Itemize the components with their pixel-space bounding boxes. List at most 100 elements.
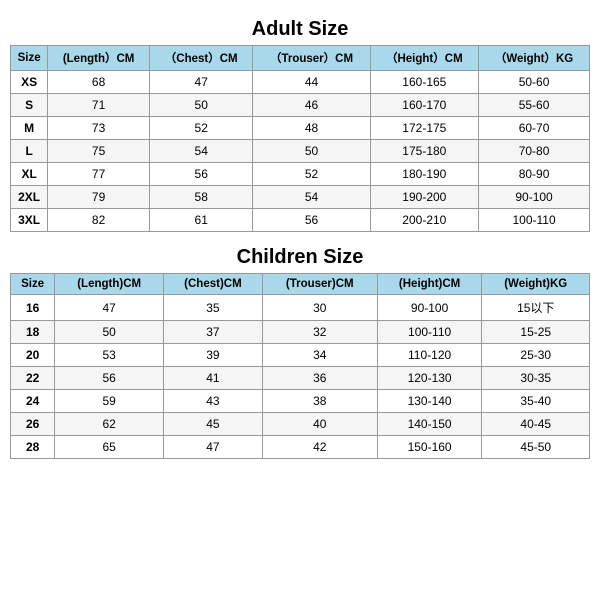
children-cell-1-0: 18 bbox=[11, 321, 55, 344]
children-cell-0-5: 15以下 bbox=[482, 295, 590, 321]
adult-cell-1-3: 46 bbox=[253, 94, 370, 117]
children-table-row: 26624540140-15040-45 bbox=[11, 413, 590, 436]
children-cell-5-0: 26 bbox=[11, 413, 55, 436]
adult-cell-3-4: 175-180 bbox=[370, 140, 479, 163]
children-cell-5-4: 140-150 bbox=[377, 413, 482, 436]
adult-cell-6-5: 100-110 bbox=[479, 209, 590, 232]
children-header-1: (Length)CM bbox=[55, 274, 164, 295]
adult-cell-5-1: 79 bbox=[48, 186, 150, 209]
children-cell-2-5: 25-30 bbox=[482, 344, 590, 367]
adult-cell-2-0: M bbox=[11, 117, 48, 140]
adult-cell-5-4: 190-200 bbox=[370, 186, 479, 209]
adult-cell-3-0: L bbox=[11, 140, 48, 163]
children-cell-1-2: 37 bbox=[164, 321, 263, 344]
adult-cell-0-4: 160-165 bbox=[370, 71, 479, 94]
children-cell-3-0: 22 bbox=[11, 367, 55, 390]
children-cell-0-1: 47 bbox=[55, 295, 164, 321]
children-cell-6-3: 42 bbox=[262, 436, 377, 459]
adult-cell-2-4: 172-175 bbox=[370, 117, 479, 140]
children-cell-4-0: 24 bbox=[11, 390, 55, 413]
adult-header-2: （Chest）CM bbox=[149, 46, 252, 71]
children-cell-2-3: 34 bbox=[262, 344, 377, 367]
children-size-table: Size(Length)CM(Chest)CM(Trouser)CM(Heigh… bbox=[10, 273, 590, 459]
adult-cell-4-4: 180-190 bbox=[370, 163, 479, 186]
adult-cell-6-1: 82 bbox=[48, 209, 150, 232]
children-cell-4-3: 38 bbox=[262, 390, 377, 413]
adult-table-row: S715046160-17055-60 bbox=[11, 94, 590, 117]
adult-cell-4-5: 80-90 bbox=[479, 163, 590, 186]
adult-cell-1-4: 160-170 bbox=[370, 94, 479, 117]
adult-cell-4-3: 52 bbox=[253, 163, 370, 186]
children-cell-4-5: 35-40 bbox=[482, 390, 590, 413]
adult-table-row: L755450175-18070-80 bbox=[11, 140, 590, 163]
adult-table-row: 2XL795854190-20090-100 bbox=[11, 186, 590, 209]
children-size-title: Children Size bbox=[237, 246, 364, 269]
children-cell-6-5: 45-50 bbox=[482, 436, 590, 459]
children-cell-2-1: 53 bbox=[55, 344, 164, 367]
adult-cell-0-1: 68 bbox=[48, 71, 150, 94]
children-table-row: 22564136120-13030-35 bbox=[11, 367, 590, 390]
children-cell-6-1: 65 bbox=[55, 436, 164, 459]
adult-cell-2-3: 48 bbox=[253, 117, 370, 140]
children-header-5: (Weight)KG bbox=[482, 274, 590, 295]
adult-cell-4-2: 56 bbox=[149, 163, 252, 186]
children-header-4: (Height)CM bbox=[377, 274, 482, 295]
children-header-3: (Trouser)CM bbox=[262, 274, 377, 295]
children-cell-1-3: 32 bbox=[262, 321, 377, 344]
adult-cell-5-3: 54 bbox=[253, 186, 370, 209]
children-cell-2-2: 39 bbox=[164, 344, 263, 367]
adult-cell-1-2: 50 bbox=[149, 94, 252, 117]
children-cell-5-3: 40 bbox=[262, 413, 377, 436]
adult-header-3: （Trouser）CM bbox=[253, 46, 370, 71]
adult-cell-6-2: 61 bbox=[149, 209, 252, 232]
adult-size-title: Adult Size bbox=[252, 18, 349, 41]
children-table-row: 24594338130-14035-40 bbox=[11, 390, 590, 413]
adult-cell-2-5: 60-70 bbox=[479, 117, 590, 140]
children-cell-6-2: 47 bbox=[164, 436, 263, 459]
children-cell-3-1: 56 bbox=[55, 367, 164, 390]
children-cell-0-2: 35 bbox=[164, 295, 263, 321]
children-table-row: 20533934110-12025-30 bbox=[11, 344, 590, 367]
adult-cell-5-2: 58 bbox=[149, 186, 252, 209]
children-cell-5-5: 40-45 bbox=[482, 413, 590, 436]
adult-cell-2-2: 52 bbox=[149, 117, 252, 140]
adult-cell-4-0: XL bbox=[11, 163, 48, 186]
children-cell-4-4: 130-140 bbox=[377, 390, 482, 413]
adult-cell-3-1: 75 bbox=[48, 140, 150, 163]
adult-cell-3-5: 70-80 bbox=[479, 140, 590, 163]
adult-cell-3-3: 50 bbox=[253, 140, 370, 163]
adult-cell-2-1: 73 bbox=[48, 117, 150, 140]
children-cell-3-2: 41 bbox=[164, 367, 263, 390]
adult-cell-5-5: 90-100 bbox=[479, 186, 590, 209]
adult-cell-1-0: S bbox=[11, 94, 48, 117]
adult-cell-5-0: 2XL bbox=[11, 186, 48, 209]
adult-cell-6-4: 200-210 bbox=[370, 209, 479, 232]
children-cell-0-4: 90-100 bbox=[377, 295, 482, 321]
children-cell-3-5: 30-35 bbox=[482, 367, 590, 390]
children-cell-4-1: 59 bbox=[55, 390, 164, 413]
children-table-row: 28654742150-16045-50 bbox=[11, 436, 590, 459]
children-cell-6-4: 150-160 bbox=[377, 436, 482, 459]
children-table-row: 1647353090-10015以下 bbox=[11, 295, 590, 321]
adult-cell-0-0: XS bbox=[11, 71, 48, 94]
adult-header-0: Size bbox=[11, 46, 48, 71]
adult-table-row: XS684744160-16550-60 bbox=[11, 71, 590, 94]
adult-header-4: （Height）CM bbox=[370, 46, 479, 71]
adult-header-1: (Length）CM bbox=[48, 46, 150, 71]
adult-size-table: Size(Length）CM（Chest）CM（Trouser）CM（Heigh… bbox=[10, 45, 590, 232]
adult-cell-0-3: 44 bbox=[253, 71, 370, 94]
adult-cell-3-2: 54 bbox=[149, 140, 252, 163]
children-cell-3-3: 36 bbox=[262, 367, 377, 390]
adult-cell-1-5: 55-60 bbox=[479, 94, 590, 117]
adult-table-row: 3XL826156200-210100-110 bbox=[11, 209, 590, 232]
children-cell-1-4: 100-110 bbox=[377, 321, 482, 344]
children-cell-1-1: 50 bbox=[55, 321, 164, 344]
children-header-2: (Chest)CM bbox=[164, 274, 263, 295]
children-cell-2-0: 20 bbox=[11, 344, 55, 367]
children-cell-0-3: 30 bbox=[262, 295, 377, 321]
children-cell-0-0: 16 bbox=[11, 295, 55, 321]
children-cell-3-4: 120-130 bbox=[377, 367, 482, 390]
adult-cell-0-2: 47 bbox=[149, 71, 252, 94]
adult-cell-1-1: 71 bbox=[48, 94, 150, 117]
adult-cell-0-5: 50-60 bbox=[479, 71, 590, 94]
